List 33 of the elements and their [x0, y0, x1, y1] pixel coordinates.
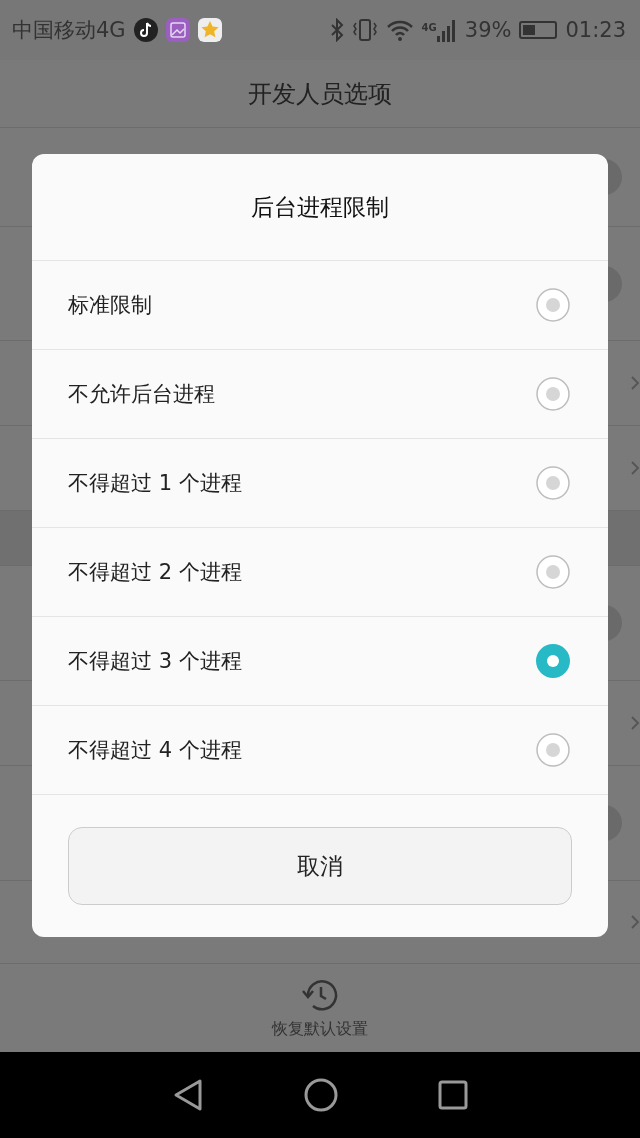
option-label[interactable]: 不得超过 1 个进程	[68, 469, 242, 497]
dialog-title: 后台进程限制	[251, 192, 389, 222]
option-label[interactable]: 标准限制	[68, 291, 152, 319]
option-label[interactable]: 不得超过 4 个进程	[68, 736, 242, 764]
network-label: 4G	[421, 22, 437, 33]
radio-button[interactable]	[536, 555, 570, 589]
home-icon[interactable]	[304, 1078, 338, 1112]
radio-button[interactable]	[536, 466, 570, 500]
clock: 01:23	[565, 18, 626, 42]
radio-button[interactable]	[536, 288, 570, 322]
battery-percent: 39%	[464, 18, 512, 42]
radio-button[interactable]	[536, 644, 570, 678]
recents-icon[interactable]	[438, 1080, 468, 1110]
chevron-icon	[630, 914, 640, 930]
option-label[interactable]: 不得超过 2 个进程	[68, 558, 242, 586]
option-label[interactable]: 不得超过 3 个进程	[68, 647, 242, 675]
bluetooth-icon	[329, 18, 344, 42]
chevron-icon	[630, 715, 640, 731]
signal-icon	[436, 18, 457, 42]
gallery-icon	[165, 18, 190, 42]
chevron-icon	[630, 375, 640, 391]
battery-icon	[519, 21, 558, 39]
chevron-icon	[630, 460, 640, 476]
radio-button[interactable]	[536, 377, 570, 411]
page-title: 开发人员选项	[248, 78, 392, 110]
carrier-label: 中国移动4G	[12, 17, 126, 44]
vibrate-icon	[351, 18, 378, 42]
back-icon[interactable]	[172, 1078, 204, 1112]
music-note-icon	[133, 18, 158, 42]
option-label[interactable]: 不允许后台进程	[68, 380, 215, 408]
cancel-button[interactable]: 取消	[68, 827, 572, 905]
wifi-icon	[385, 19, 414, 41]
radio-button[interactable]	[536, 733, 570, 767]
